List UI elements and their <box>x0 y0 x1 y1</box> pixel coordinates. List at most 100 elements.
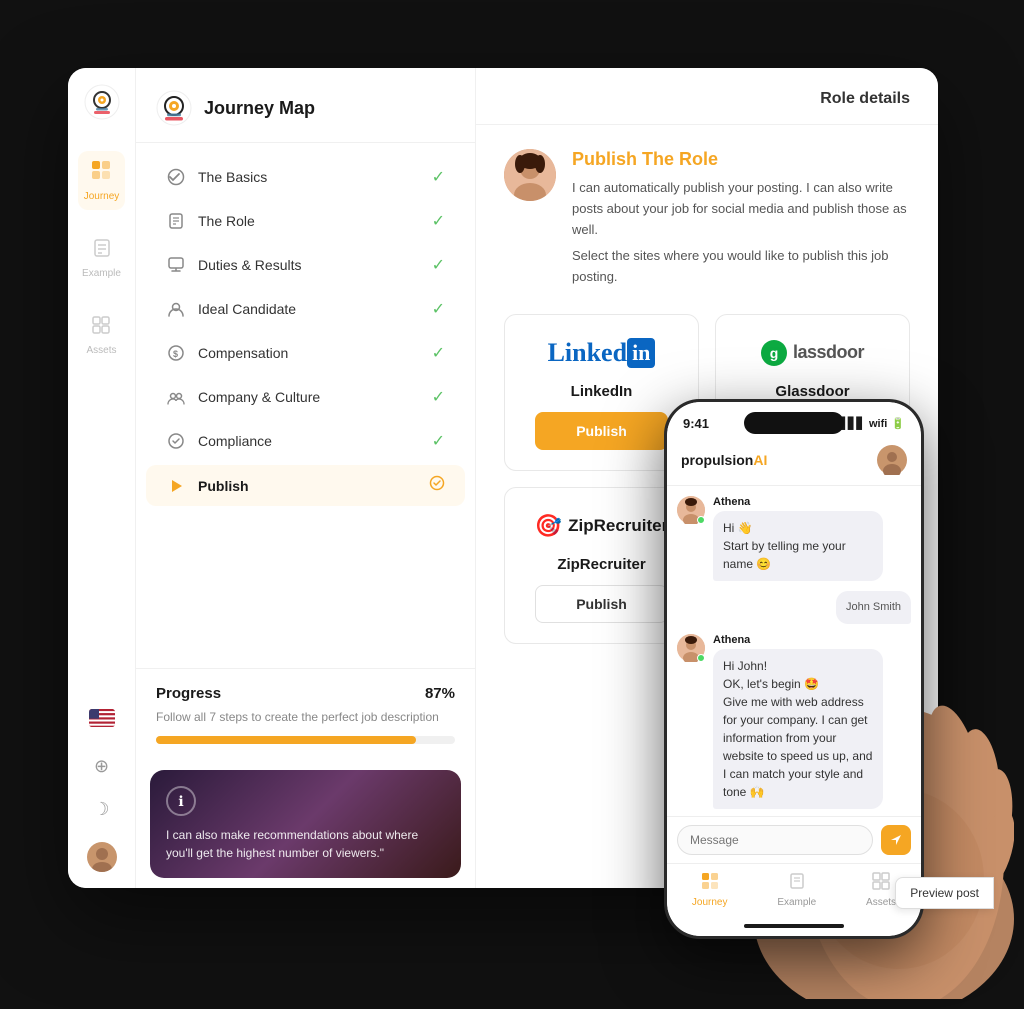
online-indicator-2 <box>697 654 705 662</box>
athena-avatar-1 <box>677 496 705 524</box>
linkedin-publish-button[interactable]: Publish <box>535 412 668 450</box>
chat-bubble-wrap-2: Athena Hi John!OK, let's begin 🤩Give me … <box>713 634 883 809</box>
nav-item-ideal-candidate[interactable]: Ideal Candidate ✓ <box>146 289 465 329</box>
example-label: Example <box>82 268 121 279</box>
chat-message-2: Athena Hi John!OK, let's begin 🤩Give me … <box>677 634 911 809</box>
phone-notch <box>744 412 844 434</box>
app-logo <box>84 84 120 125</box>
nav-item-the-basics[interactable]: The Basics ✓ <box>146 157 465 197</box>
example-icon <box>92 238 112 264</box>
phone-message-input[interactable] <box>677 825 873 855</box>
the-role-icon <box>166 211 186 231</box>
propulsion-ai-text: AI <box>753 452 767 468</box>
company-culture-check: ✓ <box>432 387 445 407</box>
journey-icon <box>90 159 112 187</box>
left-icon-strip: Journey Example <box>68 68 136 888</box>
nav-label-duties: Duties & Results <box>198 257 432 273</box>
linkedin-name: LinkedIn <box>571 383 633 400</box>
main-header: Role details <box>476 68 938 125</box>
sidebar-title: Journey Map <box>204 98 315 119</box>
phone-user-avatar[interactable] <box>877 445 907 475</box>
chat-sender-name-2: Athena <box>713 634 883 646</box>
chat-message-1: Athena Hi 👋Start by telling me your name… <box>677 496 911 581</box>
ziprecruiter-publish-button[interactable]: Publish <box>535 585 668 623</box>
glassdoor-logo: g lassdoor <box>761 335 864 371</box>
sidebar-nav: The Basics ✓ The Role ✓ <box>136 143 475 668</box>
phone-input-area <box>667 816 921 863</box>
nav-label-the-basics: The Basics <box>198 169 432 185</box>
nav-item-compensation[interactable]: $ Compensation ✓ <box>146 333 465 373</box>
moon-icon[interactable]: ☽ <box>93 799 109 820</box>
phone-example-icon <box>788 872 806 895</box>
publish-title: Publish The Role <box>572 149 910 170</box>
chat-sender-name-1: Athena <box>713 496 883 508</box>
publish-desc2: Select the sites where you would like to… <box>572 246 910 288</box>
the-role-check: ✓ <box>432 211 445 231</box>
phone-app-header: propulsionAI <box>667 437 921 486</box>
sidebar-item-assets[interactable]: Assets <box>80 307 122 364</box>
flag-icon[interactable] <box>89 709 115 732</box>
chat-bubble-2: Hi John!OK, let's begin 🤩Give me with we… <box>713 649 883 809</box>
the-basics-icon <box>166 167 186 187</box>
phone-send-button[interactable] <box>881 825 911 855</box>
progress-section: Progress 87% Follow all 7 steps to creat… <box>136 668 475 760</box>
main-header-title: Role details <box>820 90 910 108</box>
sidebar-item-example[interactable]: Example <box>76 230 127 287</box>
wifi-icon: wifi <box>869 418 887 430</box>
promo-icon: ℹ <box>166 786 196 816</box>
nav-item-compliance[interactable]: Compliance ✓ <box>146 421 465 461</box>
compliance-check: ✓ <box>432 431 445 451</box>
phone-time: 9:41 <box>683 416 709 431</box>
glassdoor-name: Glassdoor <box>775 383 849 400</box>
phone-journey-icon <box>701 872 719 895</box>
progress-description: Follow all 7 steps to create the perfect… <box>156 708 455 726</box>
home-bar <box>744 924 844 928</box>
online-indicator <box>697 516 705 524</box>
preview-post-button[interactable]: Preview post <box>895 877 994 909</box>
glassdoor-g-icon: g <box>761 340 787 366</box>
athena-avatar-2 <box>677 634 705 662</box>
phone-nav-example-label: Example <box>777 897 816 908</box>
nav-label-publish: Publish <box>198 478 429 494</box>
phone-bottom-nav: Journey Example <box>667 863 921 920</box>
phone-signals: ▋▋▋ wifi 🔋 <box>840 417 905 430</box>
publish-check <box>429 475 445 496</box>
nav-item-the-role[interactable]: The Role ✓ <box>146 201 465 241</box>
ideal-candidate-icon <box>166 299 186 319</box>
svg-text:$: $ <box>173 349 178 359</box>
propulsion-logo: propulsionAI <box>681 452 767 468</box>
zip-icon: 🎯 <box>535 513 562 539</box>
chat-area: Athena Hi 👋Start by telling me your name… <box>667 486 921 816</box>
compensation-icon: $ <box>166 343 186 363</box>
publish-text: Publish The Role I can automatically pub… <box>572 149 910 294</box>
phone-nav-journey-label: Journey <box>692 897 728 908</box>
nav-item-duties-results[interactable]: Duties & Results ✓ <box>146 245 465 285</box>
sidebar-item-journey[interactable]: Journey <box>78 151 126 210</box>
nav-label-ideal-candidate: Ideal Candidate <box>198 301 432 317</box>
ziprecruiter-name: ZipRecruiter <box>557 556 645 573</box>
phone-nav-assets[interactable]: Assets <box>866 872 896 908</box>
progress-label: Progress <box>156 685 221 702</box>
nav-label-compensation: Compensation <box>198 345 432 361</box>
nav-item-publish[interactable]: Publish <box>146 465 465 506</box>
journey-label: Journey <box>84 191 120 202</box>
nav-item-company-culture[interactable]: Company & Culture ✓ <box>146 377 465 417</box>
phone-nav-assets-label: Assets <box>866 897 896 908</box>
progress-bar-fill <box>156 736 416 744</box>
phone-nav-example[interactable]: Example <box>777 872 816 908</box>
promo-card: ℹ I can also make recommendations about … <box>150 770 461 878</box>
phone-screen: 9:41 ▋▋▋ wifi 🔋 propulsionAI <box>667 402 921 936</box>
send-icon <box>889 833 903 847</box>
settings-icon[interactable]: ⊕ <box>94 756 109 777</box>
phone-home-indicator <box>667 920 921 936</box>
chat-bubble-user: John Smith <box>836 591 911 624</box>
publish-hero: Publish The Role I can automatically pub… <box>504 149 910 294</box>
battery-icon: 🔋 <box>891 417 905 430</box>
sidebar: Journey Map The Basics ✓ <box>136 68 476 888</box>
duties-check: ✓ <box>432 255 445 275</box>
phone-nav-journey[interactable]: Journey <box>692 872 728 908</box>
ai-avatar <box>504 149 556 201</box>
promo-text: I can also make recommendations about wh… <box>166 826 445 862</box>
publish-icon <box>166 476 186 496</box>
user-avatar-bottom[interactable] <box>87 842 117 872</box>
